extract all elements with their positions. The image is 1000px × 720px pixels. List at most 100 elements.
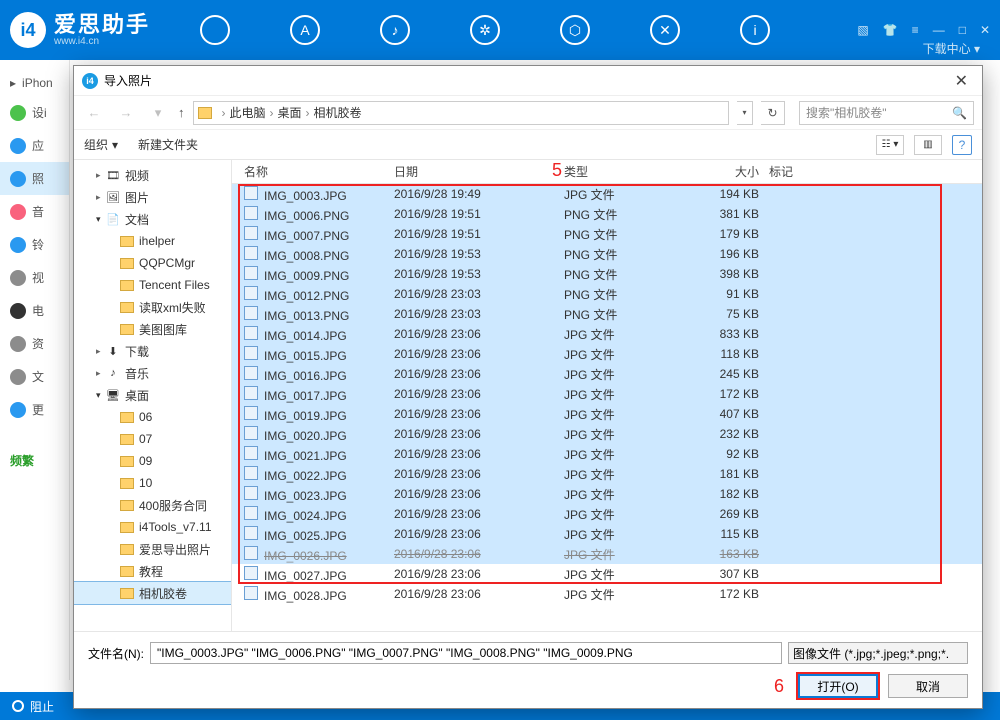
col-date[interactable]: 日期 <box>394 163 564 180</box>
sidebar-item[interactable]: 电 <box>0 294 69 327</box>
col-tag[interactable]: 标记 <box>769 163 982 180</box>
sidebar-item[interactable]: 音 <box>0 195 69 228</box>
file-row[interactable]: IMG_0026.JPG2016/9/28 23:06JPG 文件163 KB <box>232 544 982 564</box>
download-center[interactable]: 下载中心 ▾ <box>923 40 980 57</box>
tree-item[interactable]: Tencent Files <box>74 274 231 296</box>
tree-item[interactable]: 教程 <box>74 560 231 582</box>
refresh-icon[interactable]: ↻ <box>761 101 785 125</box>
file-row[interactable]: IMG_0012.PNG2016/9/28 23:03PNG 文件91 KB <box>232 284 982 304</box>
organize-button[interactable]: 组织 ▾ <box>84 136 118 153</box>
folder-icon <box>120 478 134 489</box>
file-row[interactable]: IMG_0020.JPG2016/9/28 23:06JPG 文件232 KB <box>232 424 982 444</box>
nav-recent-icon[interactable]: ▾ <box>146 101 170 125</box>
file-row[interactable]: IMG_0013.PNG2016/9/28 23:03PNG 文件75 KB <box>232 304 982 324</box>
file-row[interactable]: IMG_0006.PNG2016/9/28 19:51PNG 文件381 KB <box>232 204 982 224</box>
tree-item[interactable]: i4Tools_v7.11 <box>74 516 231 538</box>
file-row[interactable]: IMG_0007.PNG2016/9/28 19:51PNG 文件179 KB <box>232 224 982 244</box>
sidebar-item[interactable]: 资 <box>0 327 69 360</box>
tree-item[interactable]: 07 <box>74 428 231 450</box>
file-row[interactable]: IMG_0003.JPG2016/9/28 19:49JPG 文件194 KB <box>232 184 982 204</box>
folder-icon <box>120 302 134 313</box>
file-row[interactable]: IMG_0027.JPG2016/9/28 23:06JPG 文件307 KB <box>232 564 982 584</box>
nav-box-icon[interactable]: ⬡ <box>560 15 590 45</box>
list-body[interactable]: IMG_0003.JPG2016/9/28 19:49JPG 文件194 KBI… <box>232 184 982 631</box>
new-folder-button[interactable]: 新建文件夹 <box>138 136 198 153</box>
file-row[interactable]: IMG_0025.JPG2016/9/28 23:06JPG 文件115 KB <box>232 524 982 544</box>
tree-item[interactable]: ▸⬇下载 <box>74 340 231 362</box>
preview-pane-button[interactable]: ▥ <box>914 135 942 155</box>
file-row[interactable]: IMG_0021.JPG2016/9/28 23:06JPG 文件92 KB <box>232 444 982 464</box>
breadcrumb-item[interactable]: 此电脑 <box>230 104 266 121</box>
breadcrumb-item[interactable]: 相机胶卷 <box>314 104 362 121</box>
tree-item[interactable]: ihelper <box>74 230 231 252</box>
sidebar-item[interactable]: 应 <box>0 129 69 162</box>
tree-item[interactable]: 09 <box>74 450 231 472</box>
status-radio-icon[interactable] <box>12 700 24 712</box>
path-bar[interactable]: › 此电脑 › 桌面 › 相机胶卷 <box>193 101 730 125</box>
col-size[interactable]: 大小 <box>674 163 769 180</box>
filter-select[interactable] <box>788 642 968 664</box>
nav-apple-icon[interactable] <box>200 15 230 45</box>
file-row[interactable]: IMG_0022.JPG2016/9/28 23:06JPG 文件181 KB <box>232 464 982 484</box>
close-icon[interactable]: ✕ <box>949 71 974 91</box>
sidebar-item[interactable]: 铃 <box>0 228 69 261</box>
tree-item[interactable]: 06 <box>74 406 231 428</box>
file-row[interactable]: IMG_0009.PNG2016/9/28 19:53PNG 文件398 KB <box>232 264 982 284</box>
nav-appstore-icon[interactable]: A <box>290 15 320 45</box>
file-row[interactable]: IMG_0015.JPG2016/9/28 23:06JPG 文件118 KB <box>232 344 982 364</box>
tree-item[interactable]: 读取xml失败 <box>74 296 231 318</box>
tree-item[interactable]: ▸🖼图片 <box>74 186 231 208</box>
view-mode-button[interactable]: ☷ ▾ <box>876 135 904 155</box>
tree-item[interactable]: 10 <box>74 472 231 494</box>
filename-input[interactable] <box>150 642 782 664</box>
win-max-icon[interactable]: □ <box>959 23 966 37</box>
open-button[interactable]: 打开(O) <box>798 674 878 698</box>
help-button[interactable]: ? <box>952 135 972 155</box>
device-item[interactable]: ▸ iPhon <box>0 70 69 96</box>
nav-back-icon[interactable]: ← <box>82 101 106 125</box>
tree-item[interactable]: 爱思导出照片 <box>74 538 231 560</box>
file-row[interactable]: IMG_0023.JPG2016/9/28 23:06JPG 文件182 KB <box>232 484 982 504</box>
tree-item[interactable]: 相机胶卷 <box>74 582 231 604</box>
file-row[interactable]: IMG_0028.JPG2016/9/28 23:06JPG 文件172 KB <box>232 584 982 604</box>
nav-cloud-icon[interactable]: ✲ <box>470 15 500 45</box>
folder-icon <box>120 522 134 533</box>
file-icon <box>244 526 258 540</box>
tree-item[interactable]: QQPCMgr <box>74 252 231 274</box>
file-row[interactable]: IMG_0014.JPG2016/9/28 23:06JPG 文件833 KB <box>232 324 982 344</box>
cancel-button[interactable]: 取消 <box>888 674 968 698</box>
col-type[interactable]: 类型 <box>564 163 674 180</box>
breadcrumb-item[interactable]: 桌面 <box>278 104 302 121</box>
file-row[interactable]: IMG_0024.JPG2016/9/28 23:06JPG 文件269 KB <box>232 504 982 524</box>
tree-item[interactable]: 美图图库 <box>74 318 231 340</box>
file-row[interactable]: IMG_0016.JPG2016/9/28 23:06JPG 文件245 KB <box>232 364 982 384</box>
sidebar-item[interactable]: 设i <box>0 96 69 129</box>
sidebar-item[interactable]: 文 <box>0 360 69 393</box>
win-min-icon[interactable]: — <box>933 23 945 37</box>
nav-tools-icon[interactable]: ✕ <box>650 15 680 45</box>
tree-item[interactable]: ▾🖥桌面 <box>74 384 231 406</box>
tree-item[interactable]: ▾📄文档 <box>74 208 231 230</box>
win-close-icon[interactable]: ✕ <box>980 23 990 37</box>
file-row[interactable]: IMG_0017.JPG2016/9/28 23:06JPG 文件172 KB <box>232 384 982 404</box>
sidebar-item[interactable]: 照 <box>0 162 69 195</box>
win-shirt-icon[interactable]: 👕 <box>883 23 898 37</box>
nav-up-icon[interactable]: ↑ <box>178 105 185 120</box>
file-row[interactable]: IMG_0019.JPG2016/9/28 23:06JPG 文件407 KB <box>232 404 982 424</box>
sidebar-item[interactable]: 更 <box>0 393 69 426</box>
sidebar-item[interactable]: 视 <box>0 261 69 294</box>
nav-info-icon[interactable]: i <box>740 15 770 45</box>
tree-item[interactable]: ▸🎞视频 <box>74 164 231 186</box>
folder-tree[interactable]: ▸🎞视频▸🖼图片▾📄文档ihelperQQPCMgrTencent Files读… <box>74 160 232 631</box>
win-skin-icon[interactable]: ▧ <box>857 23 868 37</box>
file-row[interactable]: IMG_0008.PNG2016/9/28 19:53PNG 文件196 KB <box>232 244 982 264</box>
col-name[interactable]: 名称 <box>244 163 394 180</box>
win-menu-icon[interactable]: ≡ <box>912 23 919 37</box>
search-input[interactable]: 搜索"相机胶卷" 🔍 <box>799 101 974 125</box>
nav-bell-icon[interactable]: ♪ <box>380 15 410 45</box>
nav-forward-icon[interactable]: → <box>114 101 138 125</box>
path-dropdown-icon[interactable]: ▾ <box>737 101 753 125</box>
tree-item[interactable]: 400服务合同 <box>74 494 231 516</box>
file-icon <box>244 346 258 360</box>
tree-item[interactable]: ▸♪音乐 <box>74 362 231 384</box>
